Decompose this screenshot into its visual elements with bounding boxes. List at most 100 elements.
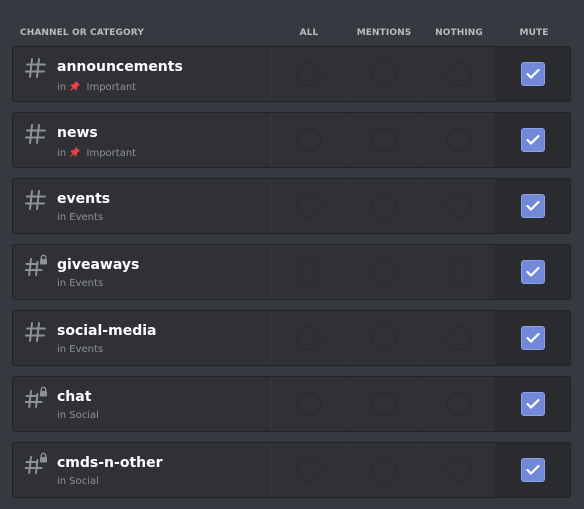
mentions-option-cell xyxy=(346,245,421,299)
checkmark-icon xyxy=(526,398,540,409)
mute-checkbox[interactable] xyxy=(521,128,545,152)
notification-overrides-panel: CHANNEL OR CATEGORY ALL MENTIONS NOTHING… xyxy=(0,0,584,509)
mute-cell xyxy=(495,311,570,365)
mentions-radio[interactable] xyxy=(372,392,396,416)
mentions-radio[interactable] xyxy=(372,62,396,86)
category-prefix: in xyxy=(57,148,67,159)
override-row: cmds-n-other in Social xyxy=(12,442,571,498)
mentions-option-cell xyxy=(346,113,421,167)
mute-checkbox[interactable] xyxy=(521,62,545,86)
mentions-option-cell xyxy=(346,311,421,365)
nothing-radio[interactable] xyxy=(447,392,471,416)
mentions-radio[interactable] xyxy=(372,458,396,482)
all-option-cell xyxy=(271,47,346,101)
channel-name: news xyxy=(57,125,98,141)
override-row: announcements in Important xyxy=(12,46,571,102)
nothing-option-cell xyxy=(421,179,496,233)
header-mentions: MENTIONS xyxy=(356,28,412,38)
header-mute: MUTE xyxy=(519,28,549,38)
override-row: chat in Social xyxy=(12,376,571,432)
mute-checkbox[interactable] xyxy=(521,326,545,350)
table-header: CHANNEL OR CATEGORY ALL MENTIONS NOTHING… xyxy=(0,0,584,46)
channel-category: in Events xyxy=(57,344,103,355)
nothing-option-cell xyxy=(421,311,496,365)
all-radio[interactable] xyxy=(297,62,321,86)
nothing-option-cell xyxy=(421,47,496,101)
category-label: in Events xyxy=(57,344,104,355)
mentions-option-cell xyxy=(346,377,421,431)
nothing-radio[interactable] xyxy=(447,128,471,152)
mute-cell xyxy=(495,377,570,431)
mentions-radio[interactable] xyxy=(372,326,396,350)
all-radio[interactable] xyxy=(297,392,321,416)
override-row: social-media in Events xyxy=(12,310,571,366)
all-radio[interactable] xyxy=(297,194,321,218)
nothing-radio[interactable] xyxy=(447,458,471,482)
hashtag-icon xyxy=(24,122,48,146)
nothing-option-cell xyxy=(421,443,496,497)
channel-name: announcements xyxy=(57,59,183,75)
locked-hashtag-icon xyxy=(24,386,48,410)
override-row: news in Important xyxy=(12,112,571,168)
mentions-radio[interactable] xyxy=(372,128,396,152)
all-radio[interactable] xyxy=(297,458,321,482)
checkmark-icon xyxy=(526,464,540,475)
override-row: events in Events xyxy=(12,178,571,234)
mute-cell xyxy=(495,179,570,233)
all-option-cell xyxy=(271,443,346,497)
channel-name: events xyxy=(57,191,111,207)
locked-hashtag-icon xyxy=(24,452,48,476)
mute-cell xyxy=(495,47,570,101)
mute-checkbox[interactable] xyxy=(521,194,545,218)
mentions-radio[interactable] xyxy=(372,260,396,284)
nothing-option-cell xyxy=(421,113,496,167)
hashtag-icon xyxy=(24,320,48,344)
mute-cell xyxy=(495,113,570,167)
all-radio[interactable] xyxy=(297,128,321,152)
category-prefix: in xyxy=(57,82,67,93)
locked-hashtag-icon xyxy=(24,254,48,278)
hashtag-icon xyxy=(24,56,48,80)
header-nothing: NOTHING xyxy=(435,28,483,38)
channel-name: social-media xyxy=(57,323,157,339)
channel-category: in Social xyxy=(57,410,99,421)
category-label: in Events xyxy=(57,278,104,289)
category-name: Important xyxy=(86,82,137,93)
nothing-radio[interactable] xyxy=(447,260,471,284)
channel-category: in Social xyxy=(57,476,99,487)
mute-checkbox[interactable] xyxy=(521,260,545,284)
category-name: Important xyxy=(86,148,137,159)
checkmark-icon xyxy=(526,68,540,79)
channel-category: in Important xyxy=(57,146,136,159)
checkmark-icon xyxy=(526,134,540,145)
hashtag-icon xyxy=(24,188,48,212)
all-option-cell xyxy=(271,311,346,365)
mute-cell xyxy=(495,443,570,497)
nothing-option-cell xyxy=(421,245,496,299)
header-all: ALL xyxy=(299,28,319,38)
checkmark-icon xyxy=(526,266,540,277)
mentions-radio[interactable] xyxy=(372,194,396,218)
category-label: in Social xyxy=(57,476,99,487)
channel-name: giveaways xyxy=(57,257,140,273)
channel-name: chat xyxy=(57,389,92,405)
pushpin-icon xyxy=(69,146,81,158)
header-channel-or-category: CHANNEL OR CATEGORY xyxy=(20,28,144,38)
nothing-radio[interactable] xyxy=(447,326,471,350)
channel-name: cmds-n-other xyxy=(57,455,163,471)
pushpin-icon xyxy=(69,80,81,92)
mute-cell xyxy=(495,245,570,299)
channel-category: in Events xyxy=(57,278,103,289)
mute-checkbox[interactable] xyxy=(521,392,545,416)
all-option-cell xyxy=(271,377,346,431)
checkmark-icon xyxy=(526,332,540,343)
nothing-radio[interactable] xyxy=(447,62,471,86)
nothing-radio[interactable] xyxy=(447,194,471,218)
category-label: in Social xyxy=(57,410,99,421)
all-radio[interactable] xyxy=(297,260,321,284)
all-option-cell xyxy=(271,245,346,299)
all-radio[interactable] xyxy=(297,326,321,350)
all-option-cell xyxy=(271,113,346,167)
mute-checkbox[interactable] xyxy=(521,458,545,482)
override-row: giveaways in Events xyxy=(12,244,571,300)
